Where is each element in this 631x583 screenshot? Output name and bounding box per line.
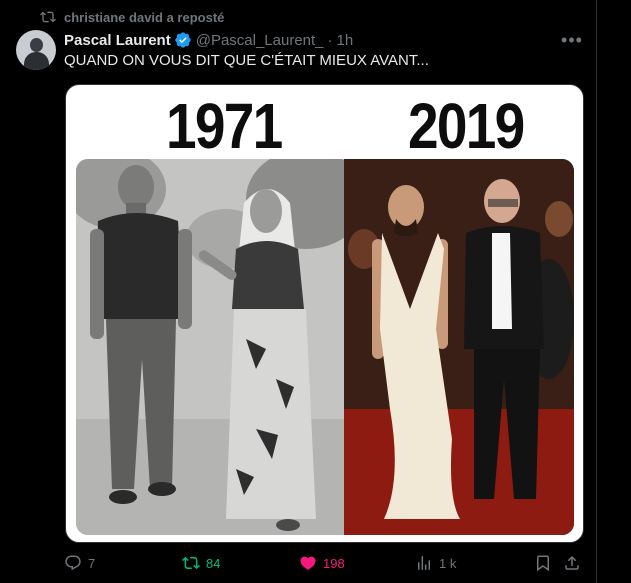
author-name[interactable]: Pascal Laurent: [64, 32, 171, 49]
views-count: 1 k: [439, 555, 457, 571]
timeline-border: [596, 0, 597, 583]
timestamp[interactable]: 1h: [337, 32, 354, 49]
share-icon[interactable]: [563, 554, 581, 572]
more-icon[interactable]: •••: [560, 30, 584, 50]
repost-icon: [182, 556, 200, 570]
author-handle[interactable]: @Pascal_Laurent_: [196, 32, 324, 49]
views-icon: [418, 556, 430, 570]
reply-count: 7: [88, 555, 96, 571]
verified-icon: [175, 32, 191, 48]
photo-2019: [344, 159, 574, 535]
action-like[interactable]: 198: [299, 554, 345, 572]
tweet-header: Pascal Laurent @Pascal_Laurent_ · 1h: [64, 30, 353, 50]
like-count: 198: [323, 555, 345, 571]
photo-1971: [76, 159, 344, 535]
repost-context[interactable]: christiane david a reposté: [40, 8, 224, 26]
repost-text: christiane david a reposté: [64, 9, 225, 25]
year-label-left: 1971: [166, 90, 283, 162]
year-label-right: 2019: [408, 90, 525, 162]
repost-count: 84: [206, 555, 221, 571]
like-icon: [300, 556, 316, 570]
bookmark-icon[interactable]: [534, 554, 552, 572]
repost-icon: [40, 9, 56, 25]
avatar[interactable]: [16, 30, 56, 70]
separator: ·: [327, 31, 333, 49]
action-views[interactable]: 1 k: [415, 554, 456, 572]
reply-icon: [65, 555, 81, 571]
media-image[interactable]: 1971 2019: [65, 84, 584, 543]
action-reply[interactable]: 7: [64, 554, 95, 572]
tweet-text: QUAND ON VOUS DIT QUE C'ÉTAIT MIEUX AVAN…: [64, 52, 429, 69]
action-repost[interactable]: 84: [182, 554, 220, 572]
